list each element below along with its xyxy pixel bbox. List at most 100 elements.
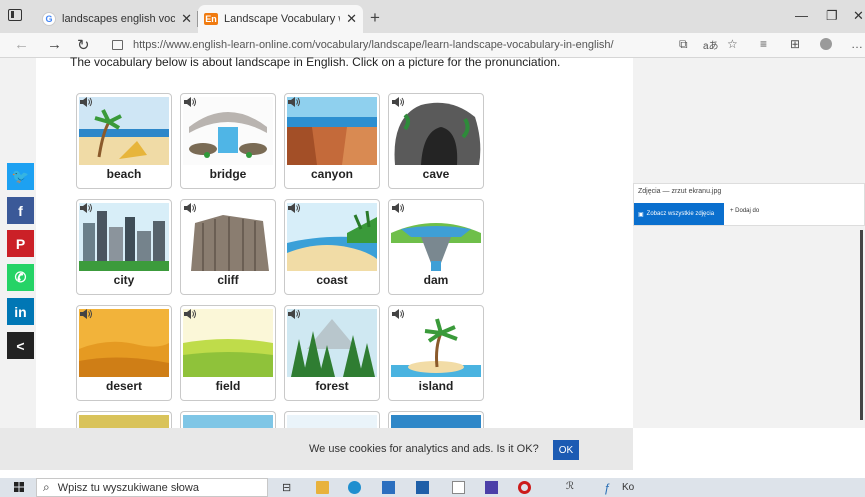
windows-start-icon[interactable] <box>14 482 24 492</box>
view-all-photos-button[interactable]: ▣ Zobacz wszystkie zdjęcia <box>634 203 724 225</box>
favorites-list-icon[interactable]: ≡ <box>760 37 767 51</box>
opera-icon[interactable] <box>518 481 531 494</box>
tab-landscape-vocabulary[interactable]: En Landscape Vocabulary with Flash ✕ <box>198 5 363 33</box>
app-icon[interactable]: ƒ <box>604 481 617 495</box>
card-beach[interactable]: beach <box>76 93 172 189</box>
card-dam[interactable]: dam <box>388 199 484 295</box>
view-all-label: Zobacz wszystkie zdjęcia <box>646 211 715 217</box>
card-label: cave <box>422 167 450 181</box>
speaker-icon[interactable] <box>80 203 92 213</box>
close-tab-icon[interactable]: ✕ <box>181 11 192 27</box>
intro-text: The vocabulary below is about landscape … <box>70 55 561 69</box>
card-label: coast <box>316 273 348 287</box>
share-button[interactable]: < <box>7 332 34 359</box>
card-label: city <box>113 273 135 287</box>
speaker-icon[interactable] <box>184 309 196 319</box>
card-island[interactable]: island <box>388 305 484 401</box>
restore-button[interactable]: ❐ <box>826 8 838 24</box>
document-icon[interactable] <box>452 481 465 494</box>
cliff-picture <box>183 203 273 271</box>
facebook-share-button[interactable]: f <box>7 197 34 224</box>
add-to-button[interactable]: + Dodaj do <box>730 208 759 214</box>
speaker-icon[interactable] <box>392 309 404 319</box>
google-g-icon: G <box>42 12 56 26</box>
new-tab-button[interactable]: + <box>370 8 380 28</box>
speaker-icon[interactable] <box>288 203 300 213</box>
card-cave[interactable]: cave <box>388 93 484 189</box>
close-tab-icon[interactable]: ✕ <box>346 11 357 27</box>
twitter-share-button[interactable]: 🐦 <box>7 163 34 190</box>
card-label: beach <box>106 167 142 181</box>
card-cliff[interactable]: cliff <box>180 199 276 295</box>
desert-picture <box>79 309 169 377</box>
task-view-icon[interactable]: ⊟ <box>282 481 295 494</box>
card-forest[interactable]: forest <box>284 305 380 401</box>
back-arrow-icon[interactable]: ← <box>14 36 29 53</box>
read-aloud-icon[interactable]: aあ <box>703 37 719 52</box>
speaker-icon[interactable] <box>288 97 300 107</box>
dam-picture <box>391 203 481 271</box>
card-label: cliff <box>217 273 239 287</box>
taskbar-app-label: Ko <box>622 482 635 493</box>
file-explorer-icon[interactable] <box>316 481 329 494</box>
cookie-ok-button[interactable]: OK <box>553 440 579 460</box>
forward-arrow-icon[interactable]: → <box>47 36 62 53</box>
mail-icon[interactable] <box>382 481 395 494</box>
card-canyon[interactable]: canyon <box>284 93 380 189</box>
tab-title: Landscape Vocabulary with Flash <box>224 13 340 25</box>
collections-icon[interactable]: ⊞ <box>790 37 800 51</box>
url-field[interactable]: https://www.english-learn-online.com/voc… <box>110 36 670 54</box>
speaker-icon[interactable] <box>80 309 92 319</box>
tab-google-search[interactable]: G landscapes english vocabulary - ✕ <box>36 5 198 33</box>
url-text: https://www.english-learn-online.com/voc… <box>133 39 614 51</box>
coast-picture <box>287 203 377 271</box>
favorite-star-icon[interactable]: ☆ <box>727 37 738 51</box>
whatsapp-icon: ✆ <box>14 269 27 285</box>
cookie-message: We use cookies for analytics and ads. Is… <box>309 443 539 455</box>
beach-picture <box>79 97 169 165</box>
forest-picture <box>287 309 377 377</box>
cave-picture <box>391 97 481 165</box>
speaker-icon[interactable] <box>184 97 196 107</box>
linkedin-share-button[interactable]: in <box>7 298 34 325</box>
taskbar-search-field[interactable]: ⌕ Wpisz tu wyszukiwane słowa <box>36 478 268 497</box>
island-picture <box>391 309 481 377</box>
twitter-icon: 🐦 <box>11 168 30 184</box>
pinterest-icon: P <box>15 235 26 252</box>
card-bridge[interactable]: bridge <box>180 93 276 189</box>
card-desert[interactable]: desert <box>76 305 172 401</box>
minimize-button[interactable]: — <box>795 8 808 23</box>
card-label: field <box>215 379 241 393</box>
people-icon[interactable]: ℛ <box>566 481 579 494</box>
speaker-icon[interactable] <box>80 97 92 107</box>
close-window-button[interactable]: ✕ <box>853 8 864 24</box>
speaker-icon[interactable] <box>392 203 404 213</box>
photos-app-icon[interactable] <box>485 481 498 494</box>
speaker-icon[interactable] <box>288 309 300 319</box>
bridge-picture <box>183 97 273 165</box>
card-label: island <box>418 379 454 393</box>
whatsapp-share-button[interactable]: ✆ <box>7 264 34 291</box>
speaker-icon[interactable] <box>184 203 196 213</box>
tab-actions-icon[interactable] <box>8 9 22 21</box>
app-available-icon[interactable]: ⧉ <box>679 37 688 52</box>
scrollbar[interactable] <box>860 230 863 420</box>
card-label: desert <box>105 379 143 393</box>
share-icon: < <box>16 337 25 354</box>
card-label: canyon <box>310 167 353 181</box>
speaker-icon[interactable] <box>392 97 404 107</box>
tab-title: landscapes english vocabulary - <box>62 13 176 25</box>
field-picture <box>183 309 273 377</box>
card-label: forest <box>315 379 349 393</box>
refresh-icon[interactable]: ↻ <box>77 36 90 54</box>
photos-icon: ▣ <box>638 211 644 218</box>
profile-avatar[interactable] <box>820 38 832 50</box>
card-field[interactable]: field <box>180 305 276 401</box>
store-icon[interactable] <box>416 481 429 494</box>
pinterest-share-button[interactable]: P <box>7 230 34 257</box>
card-city[interactable]: city <box>76 199 172 295</box>
card-coast[interactable]: coast <box>284 199 380 295</box>
search-placeholder: Wpisz tu wyszukiwane słowa <box>57 481 199 494</box>
more-menu-icon[interactable]: … <box>851 37 863 51</box>
edge-browser-icon[interactable] <box>348 481 361 494</box>
